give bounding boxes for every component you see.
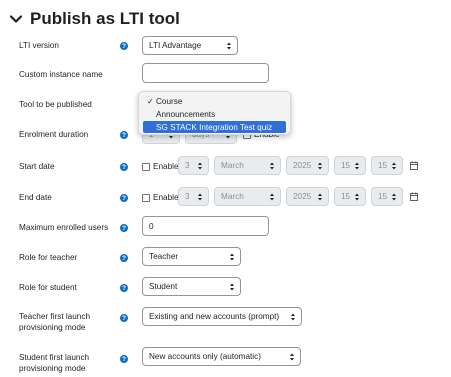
section-header[interactable]: Publish as LTI tool bbox=[8, 6, 180, 32]
end-date-minute[interactable]: 15 bbox=[371, 187, 403, 206]
select-arrows-icon bbox=[197, 192, 203, 202]
start-date-label: Start date bbox=[19, 162, 55, 171]
lti-version-label: LTI version bbox=[19, 41, 59, 50]
select-arrows-icon bbox=[391, 192, 397, 202]
tool-option-announcements[interactable]: Announcements bbox=[143, 108, 286, 120]
tool-option-label: Course bbox=[156, 96, 183, 106]
question-circle-icon[interactable]: ? bbox=[120, 254, 128, 262]
select-arrows-icon bbox=[290, 312, 296, 322]
select-arrows-icon bbox=[229, 282, 235, 292]
start-date-minute-value: 15 bbox=[378, 161, 388, 170]
start-date-year-value: 2025 bbox=[293, 161, 312, 170]
end-date-enable-checkbox[interactable] bbox=[142, 193, 150, 202]
question-circle-icon[interactable]: ? bbox=[120, 194, 128, 202]
custom-name-input[interactable] bbox=[142, 63, 269, 83]
chevron-down-icon[interactable] bbox=[8, 11, 24, 27]
tool-option-quiz[interactable]: SG STACK Integration Test quiz bbox=[143, 121, 286, 133]
question-circle-icon[interactable]: ? bbox=[120, 284, 128, 292]
select-arrows-icon bbox=[317, 192, 323, 202]
select-arrows-icon bbox=[354, 161, 360, 171]
select-arrows-icon bbox=[317, 161, 323, 171]
start-date-enable-label: Enable bbox=[153, 162, 179, 171]
end-date-hour-value: 15 bbox=[341, 192, 351, 201]
lti-version-value: LTI Advantage bbox=[149, 41, 202, 50]
question-circle-icon[interactable]: ? bbox=[120, 224, 128, 232]
end-date-month[interactable]: March bbox=[214, 187, 281, 206]
start-date-year[interactable]: 2025 bbox=[286, 156, 329, 175]
start-date-day[interactable]: 3 bbox=[178, 156, 209, 175]
select-arrows-icon bbox=[269, 192, 275, 202]
start-date-enable-checkbox[interactable] bbox=[142, 162, 150, 171]
select-arrows-icon bbox=[354, 192, 360, 202]
teacher-prov-value: Existing and new accounts (prompt) bbox=[149, 312, 280, 321]
end-date-day-value: 3 bbox=[185, 192, 190, 201]
select-arrows-icon bbox=[289, 352, 295, 362]
end-date-minute-value: 15 bbox=[378, 192, 388, 201]
start-date-day-value: 3 bbox=[185, 161, 190, 170]
section-title: Publish as LTI tool bbox=[30, 9, 180, 28]
start-date-enable[interactable]: Enable bbox=[142, 162, 179, 171]
role-student-select[interactable]: Student bbox=[142, 277, 241, 296]
end-date-enable-label: Enable bbox=[153, 193, 179, 202]
select-arrows-icon bbox=[226, 41, 232, 51]
teacher-prov-select[interactable]: Existing and new accounts (prompt) bbox=[142, 307, 302, 326]
start-date-hour-value: 15 bbox=[341, 161, 351, 170]
start-date-hour[interactable]: 15 bbox=[334, 156, 366, 175]
enrol-duration-label: Enrolment duration bbox=[19, 130, 89, 139]
student-prov-label: Student first launch provisioning mode bbox=[19, 352, 89, 374]
max-users-input[interactable]: 0 bbox=[142, 216, 269, 236]
start-date-minute[interactable]: 15 bbox=[371, 156, 403, 175]
checkmark-icon: ✓ bbox=[147, 96, 154, 106]
calendar-icon[interactable] bbox=[410, 161, 418, 170]
role-student-label: Role for student bbox=[19, 283, 77, 292]
role-teacher-value: Teacher bbox=[149, 252, 179, 261]
select-arrows-icon bbox=[391, 161, 397, 171]
question-circle-icon[interactable]: ? bbox=[120, 314, 128, 322]
start-date-month[interactable]: March bbox=[214, 156, 281, 175]
student-prov-label-line2: provisioning mode bbox=[19, 364, 86, 373]
student-prov-select[interactable]: New accounts only (automatic) bbox=[142, 347, 301, 366]
teacher-prov-label-line1: Teacher first launch bbox=[19, 312, 90, 321]
tool-option-label: SG STACK Integration Test quiz bbox=[156, 122, 273, 132]
select-arrows-icon bbox=[197, 161, 203, 171]
calendar-icon[interactable] bbox=[410, 192, 418, 201]
end-date-month-value: March bbox=[221, 192, 244, 201]
max-users-label: Maximum enrolled users bbox=[19, 223, 109, 232]
question-circle-icon[interactable]: ? bbox=[120, 42, 128, 50]
tool-label: Tool to be published bbox=[19, 100, 92, 109]
end-date-year[interactable]: 2025 bbox=[286, 187, 329, 206]
select-arrows-icon bbox=[269, 161, 275, 171]
end-date-enable[interactable]: Enable bbox=[142, 193, 179, 202]
role-teacher-label: Role for teacher bbox=[19, 253, 78, 262]
lti-version-select[interactable]: LTI Advantage bbox=[142, 36, 238, 55]
role-student-value: Student bbox=[149, 282, 178, 291]
question-circle-icon[interactable]: ? bbox=[120, 163, 128, 171]
tool-option-course[interactable]: ✓ Course bbox=[143, 95, 286, 107]
student-prov-value: New accounts only (automatic) bbox=[149, 352, 261, 361]
teacher-prov-label: Teacher first launch provisioning mode bbox=[19, 311, 90, 333]
tool-option-label: Announcements bbox=[156, 109, 216, 119]
start-date-month-value: March bbox=[221, 161, 244, 170]
end-date-label: End date bbox=[19, 193, 52, 202]
role-teacher-select[interactable]: Teacher bbox=[142, 247, 241, 266]
question-circle-icon[interactable]: ? bbox=[120, 355, 128, 363]
tool-dropdown-menu[interactable]: ✓ Course Announcements SG STACK Integrat… bbox=[138, 91, 291, 135]
select-arrows-icon bbox=[229, 252, 235, 262]
question-circle-icon[interactable]: ? bbox=[120, 131, 128, 139]
end-date-hour[interactable]: 15 bbox=[334, 187, 366, 206]
custom-name-label: Custom instance name bbox=[19, 70, 103, 79]
end-date-year-value: 2025 bbox=[293, 192, 312, 201]
student-prov-label-line1: Student first launch bbox=[19, 353, 90, 362]
teacher-prov-label-line2: provisioning mode bbox=[19, 323, 86, 332]
end-date-day[interactable]: 3 bbox=[178, 187, 209, 206]
